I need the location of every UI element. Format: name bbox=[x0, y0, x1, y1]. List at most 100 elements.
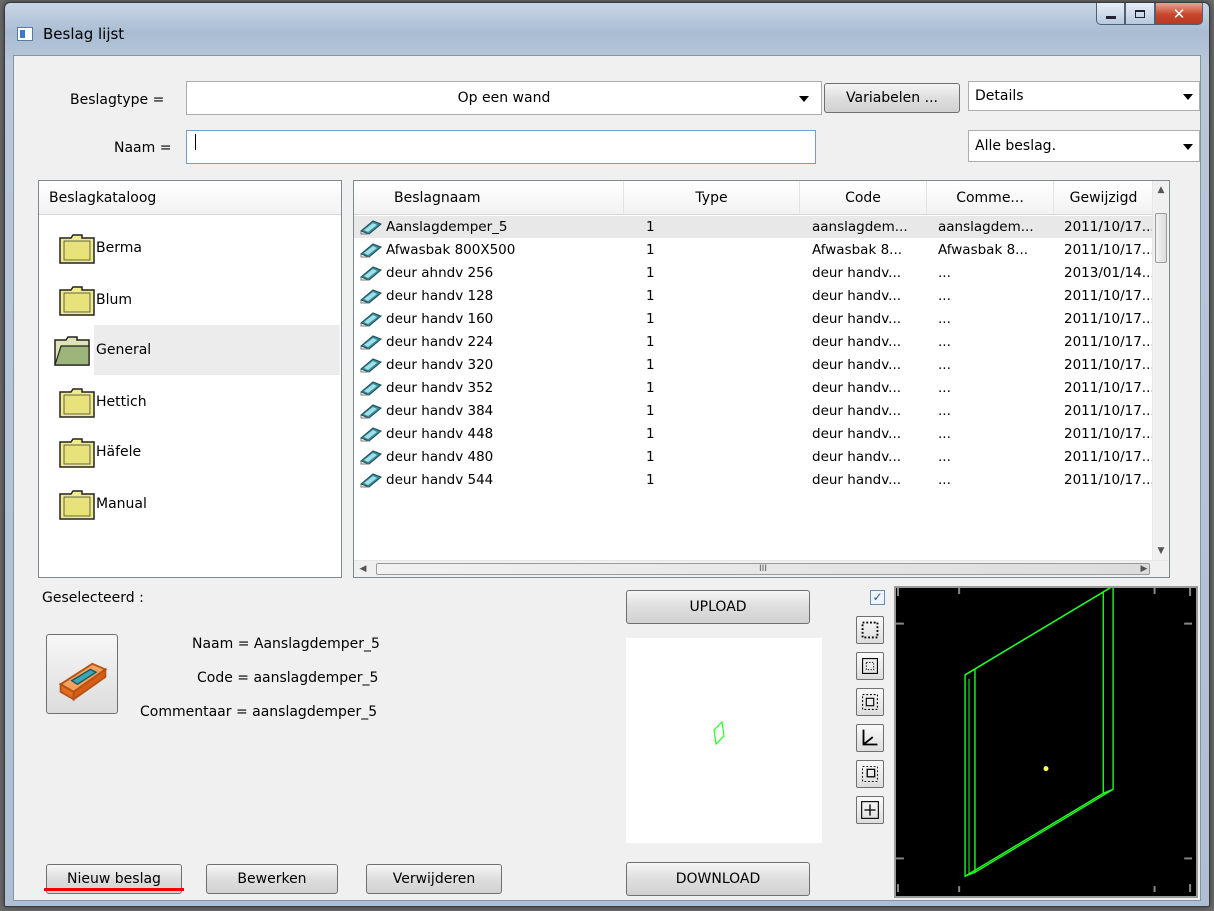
zoom-out-button[interactable] bbox=[856, 688, 884, 716]
zoom-extents-icon bbox=[861, 801, 879, 819]
checkmark-icon: ✓ bbox=[872, 590, 883, 604]
cell-type: 1 bbox=[646, 311, 655, 327]
catalog-title: Beslagkataloog bbox=[49, 190, 157, 206]
selected-hardware-button[interactable] bbox=[46, 634, 118, 714]
table-row[interactable]: deur handv 160 1 deur handv...... 2011/10/1… bbox=[354, 308, 1154, 330]
cell-code: deur handv... bbox=[812, 380, 902, 396]
table-row[interactable]: deur handv 544 1 deur handv...... 2011/10/1… bbox=[354, 469, 1154, 491]
table-row[interactable]: deur handv 480 1 deur handv...... 2011/10/1… bbox=[354, 446, 1154, 468]
upload-button[interactable]: UPLOAD bbox=[626, 590, 810, 624]
beslagtype-value: Op een wand bbox=[457, 90, 551, 106]
cell-comment: aanslagdem... bbox=[938, 219, 1034, 235]
minimize-button[interactable] bbox=[1096, 3, 1125, 25]
cell-comment: ... bbox=[938, 449, 951, 465]
table-row[interactable]: deur handv 352 1 deur handv...... 2011/10/1… bbox=[354, 377, 1154, 399]
cell-name: deur handv 448 bbox=[386, 426, 494, 442]
table-row[interactable]: deur handv 224 1 deur handv...... 2011/10/1… bbox=[354, 331, 1154, 353]
scroll-up-icon[interactable]: ▲ bbox=[1153, 185, 1169, 195]
column-header-beslagnaam[interactable]: Beslagnaam bbox=[354, 181, 624, 215]
variabelen-button[interactable]: Variabelen ... bbox=[824, 83, 960, 113]
close-button[interactable]: ✕ bbox=[1155, 3, 1203, 25]
scroll-right-icon[interactable]: ▶ bbox=[1139, 564, 1149, 574]
cell-type: 1 bbox=[646, 449, 655, 465]
cell-type: 1 bbox=[646, 288, 655, 304]
dialog-body: Beslagtype = Op een wand Variabelen ... … bbox=[13, 55, 1201, 901]
cell-name: Afwasbak 800X500 bbox=[386, 242, 516, 258]
cell-code: deur handv... bbox=[812, 472, 902, 488]
catalog-item-hettich[interactable]: Hettich bbox=[39, 377, 341, 427]
cell-name: deur handv 160 bbox=[386, 311, 494, 327]
cell-code: deur handv... bbox=[812, 357, 902, 373]
column-header-code[interactable]: Code bbox=[800, 181, 927, 215]
filter-select[interactable]: Alle beslag. bbox=[968, 130, 1200, 162]
hardware-item-icon bbox=[360, 473, 382, 488]
table-row[interactable]: deur handv 128 1 deur handv...... 2011/10/1… bbox=[354, 285, 1154, 307]
catalog-item-blum[interactable]: Blum bbox=[39, 275, 341, 325]
cell-type: 1 bbox=[646, 403, 655, 419]
thumbnail-preview bbox=[626, 638, 822, 843]
horizontal-scroll-thumb[interactable]: III bbox=[376, 563, 1150, 575]
folder-icon bbox=[59, 438, 95, 468]
scroll-down-icon[interactable]: ▼ bbox=[1153, 546, 1169, 556]
cell-comment: ... bbox=[938, 426, 951, 442]
zoom-extents-button[interactable] bbox=[856, 796, 884, 824]
beslagtype-select[interactable]: Op een wand bbox=[186, 81, 822, 115]
vertical-scroll-thumb[interactable] bbox=[1155, 213, 1167, 263]
hardware-item-icon bbox=[360, 220, 382, 235]
table-row[interactable]: deur handv 384 1 deur handv...... 2011/10/1… bbox=[354, 400, 1154, 422]
maximize-button[interactable] bbox=[1125, 3, 1155, 25]
cell-modified: 2011/10/17... bbox=[1064, 311, 1154, 327]
catalog-item-berma[interactable]: Berma bbox=[39, 223, 341, 273]
app-window: Beslag lijst ✕ Beslagtype = Op een wand … bbox=[4, 2, 1210, 907]
cell-comment: ... bbox=[938, 288, 951, 304]
cell-name: deur ahndv 256 bbox=[386, 265, 494, 281]
zoom-in-button[interactable] bbox=[856, 652, 884, 680]
axis-view-button[interactable] bbox=[856, 724, 884, 752]
window-controls: ✕ bbox=[1096, 3, 1203, 25]
catalog-item-manual[interactable]: Manual bbox=[39, 479, 341, 529]
column-header-type[interactable]: Type bbox=[624, 181, 800, 215]
column-header-commentaar[interactable]: Comme... bbox=[927, 181, 1054, 215]
cell-comment: ... bbox=[938, 403, 951, 419]
pan-button[interactable] bbox=[856, 760, 884, 788]
delete-button[interactable]: Verwijderen bbox=[366, 864, 502, 894]
table-row[interactable]: deur handv 448 1 deur handv...... 2011/10/1… bbox=[354, 423, 1154, 445]
cell-type: 1 bbox=[646, 380, 655, 396]
naam-input[interactable] bbox=[186, 130, 816, 164]
zoom-window-button[interactable] bbox=[856, 616, 884, 644]
selected-label: Geselecteerd : bbox=[42, 590, 144, 606]
view-mode-select[interactable]: Details bbox=[968, 81, 1200, 111]
catalog-item-label: Blum bbox=[96, 292, 133, 308]
pan-icon bbox=[862, 766, 878, 782]
cell-modified: 2011/10/17... bbox=[1064, 219, 1154, 235]
table-row[interactable]: Aanslagdemper_5 1 aanslagdem... aanslagdem.… bbox=[354, 216, 1154, 238]
zoom-in-icon bbox=[862, 658, 878, 674]
download-button[interactable]: DOWNLOAD bbox=[626, 862, 810, 896]
cell-type: 1 bbox=[646, 357, 655, 373]
scroll-left-icon[interactable]: ◀ bbox=[358, 564, 368, 574]
title-bar[interactable]: Beslag lijst ✕ bbox=[5, 3, 1209, 55]
edit-button[interactable]: Bewerken bbox=[206, 864, 338, 894]
table-row[interactable]: Afwasbak 800X500 1 Afwasbak 8... Afwasbak 8… bbox=[354, 239, 1154, 261]
catalog-item-hafele[interactable]: Häfele bbox=[39, 427, 341, 477]
catalog-item-label: Manual bbox=[96, 496, 147, 512]
close-icon: ✕ bbox=[1172, 4, 1186, 23]
view-mode-value: Details bbox=[975, 88, 1024, 104]
cell-code: deur handv... bbox=[812, 403, 902, 419]
cell-comment: ... bbox=[938, 311, 951, 327]
cell-type: 1 bbox=[646, 242, 655, 258]
table-vertical-scrollbar[interactable]: ▲ ▼ bbox=[1152, 181, 1169, 560]
table-row[interactable]: deur ahndv 256 1 deur handv...... 2013/01/1… bbox=[354, 262, 1154, 284]
3d-viewport[interactable] bbox=[894, 586, 1198, 898]
column-header-gewijzigd[interactable]: Gewijzigd bbox=[1054, 181, 1154, 215]
view-checkbox[interactable]: ✓ bbox=[870, 590, 885, 605]
cell-modified: 2011/10/17... bbox=[1064, 288, 1154, 304]
cell-code: aanslagdem... bbox=[812, 219, 908, 235]
catalog-item-general[interactable]: General bbox=[39, 325, 341, 375]
cell-modified: 2011/10/17... bbox=[1064, 449, 1154, 465]
hardware-table: Beslagnaam Type Code Comme... Gewijzigd … bbox=[353, 180, 1170, 578]
cell-name: deur handv 480 bbox=[386, 449, 494, 465]
table-horizontal-scrollbar[interactable]: ◀ III ▶ bbox=[354, 560, 1169, 577]
cell-modified: 2011/10/17... bbox=[1064, 426, 1154, 442]
table-row[interactable]: deur handv 320 1 deur handv...... 2011/10/1… bbox=[354, 354, 1154, 376]
